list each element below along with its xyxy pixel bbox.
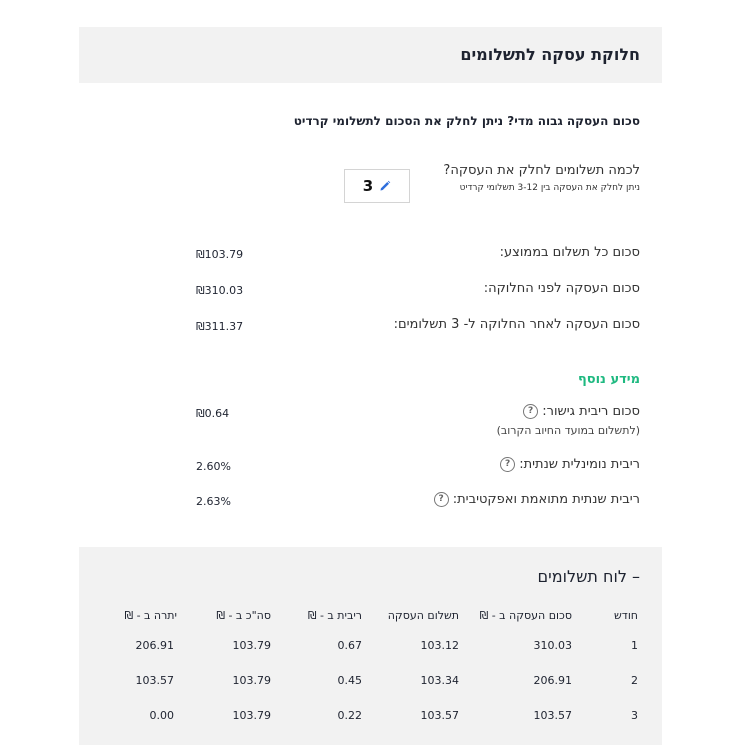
bridge-interest-label: סכום ריבית גישור: — [542, 404, 640, 419]
bridge-interest-value: ₪0.64 — [196, 407, 230, 420]
help-icon[interactable]: ? — [433, 492, 449, 507]
nominal-rate-label-row: ריבית נומינלית שנתית: ? — [498, 457, 640, 472]
avg-installment-value: ₪103.79 — [196, 248, 244, 261]
effective-rate-label: ריבית שנתית מתואמת ואפקטיבית: — [452, 492, 640, 507]
table-cell: 103.57 — [135, 674, 175, 687]
bridge-interest-label-row: סכום ריבית גישור: ? — [521, 404, 640, 419]
col-header-balance: יתרה ב - ₪ — [124, 609, 177, 622]
amount-after-value: ₪311.37 — [196, 320, 244, 333]
payment-schedule: – לוח תשלומים חודש סכום העסקה ב - ₪ תשלו… — [79, 547, 662, 745]
col-header-payment: תשלום העסקה — [387, 609, 459, 622]
help-icon[interactable]: ? — [523, 404, 539, 419]
installments-count-value: 3 — [362, 177, 374, 195]
effective-rate-value: 2.63% — [196, 495, 231, 508]
card-header: חלוקת עסקה לתשלומים — [79, 27, 662, 83]
page-title: חלוקת עסקה לתשלומים — [460, 45, 640, 64]
table-cell: 0.00 — [149, 709, 175, 722]
table-cell: 103.57 — [420, 709, 460, 722]
installments-question: לכמה תשלומים לחלק את העסקה? — [443, 163, 640, 178]
col-header-month: חודש — [614, 609, 638, 622]
table-cell: 3 — [631, 709, 638, 722]
table-cell: 206.91 — [533, 674, 573, 687]
table-cell: 103.79 — [232, 709, 272, 722]
more-info-title: מידע נוסף — [577, 372, 640, 387]
amount-before-value: ₪310.03 — [196, 284, 244, 297]
pencil-icon[interactable] — [379, 180, 391, 192]
table-cell: 0.45 — [337, 674, 363, 687]
col-header-amount: סכום העסקה ב - ₪ — [479, 609, 572, 622]
col-header-total: סה"כ ב - ₪ — [216, 609, 271, 622]
table-cell: 103.34 — [420, 674, 460, 687]
installments-hint: ניתן לחלק את העסקה בין 3-12 תשלומי קרדיט — [459, 183, 640, 193]
table-cell: 103.79 — [232, 639, 272, 652]
installments-count-field[interactable]: 3 — [344, 169, 410, 203]
table-cell: 206.91 — [135, 639, 175, 652]
table-cell: 0.22 — [337, 709, 363, 722]
intro-subtitle: סכום העסקה גבוה מדי? ניתן לחלק את הסכום … — [293, 114, 640, 128]
table-cell: 103.12 — [420, 639, 460, 652]
table-cell: 103.57 — [533, 709, 573, 722]
installments-card: חלוקת עסקה לתשלומים סכום העסקה גבוה מדי?… — [79, 27, 662, 508]
amount-after-label: סכום העסקה לאחר החלוקה ל- 3 תשלומים: — [393, 317, 640, 332]
col-header-interest: ריבית ב - ₪ — [307, 609, 362, 622]
amount-before-label: סכום העסקה לפני החלוקה: — [483, 281, 640, 296]
nominal-rate-value: 2.60% — [196, 460, 231, 473]
effective-rate-label-row: ריבית שנתית מתואמת ואפקטיבית: ? — [432, 492, 640, 507]
table-cell: 103.79 — [232, 674, 272, 687]
bridge-interest-note: (לתשלום במועד החיוב הקרוב) — [496, 424, 640, 437]
schedule-title[interactable]: – לוח תשלומים — [538, 567, 640, 586]
help-icon[interactable]: ? — [500, 457, 516, 472]
table-cell: 2 — [631, 674, 638, 687]
table-cell: 0.67 — [337, 639, 363, 652]
avg-installment-label: סכום כל תשלום בממוצע: — [499, 245, 640, 260]
table-cell: 310.03 — [533, 639, 573, 652]
nominal-rate-label: ריבית נומינלית שנתית: — [519, 457, 640, 472]
table-cell: 1 — [631, 639, 638, 652]
